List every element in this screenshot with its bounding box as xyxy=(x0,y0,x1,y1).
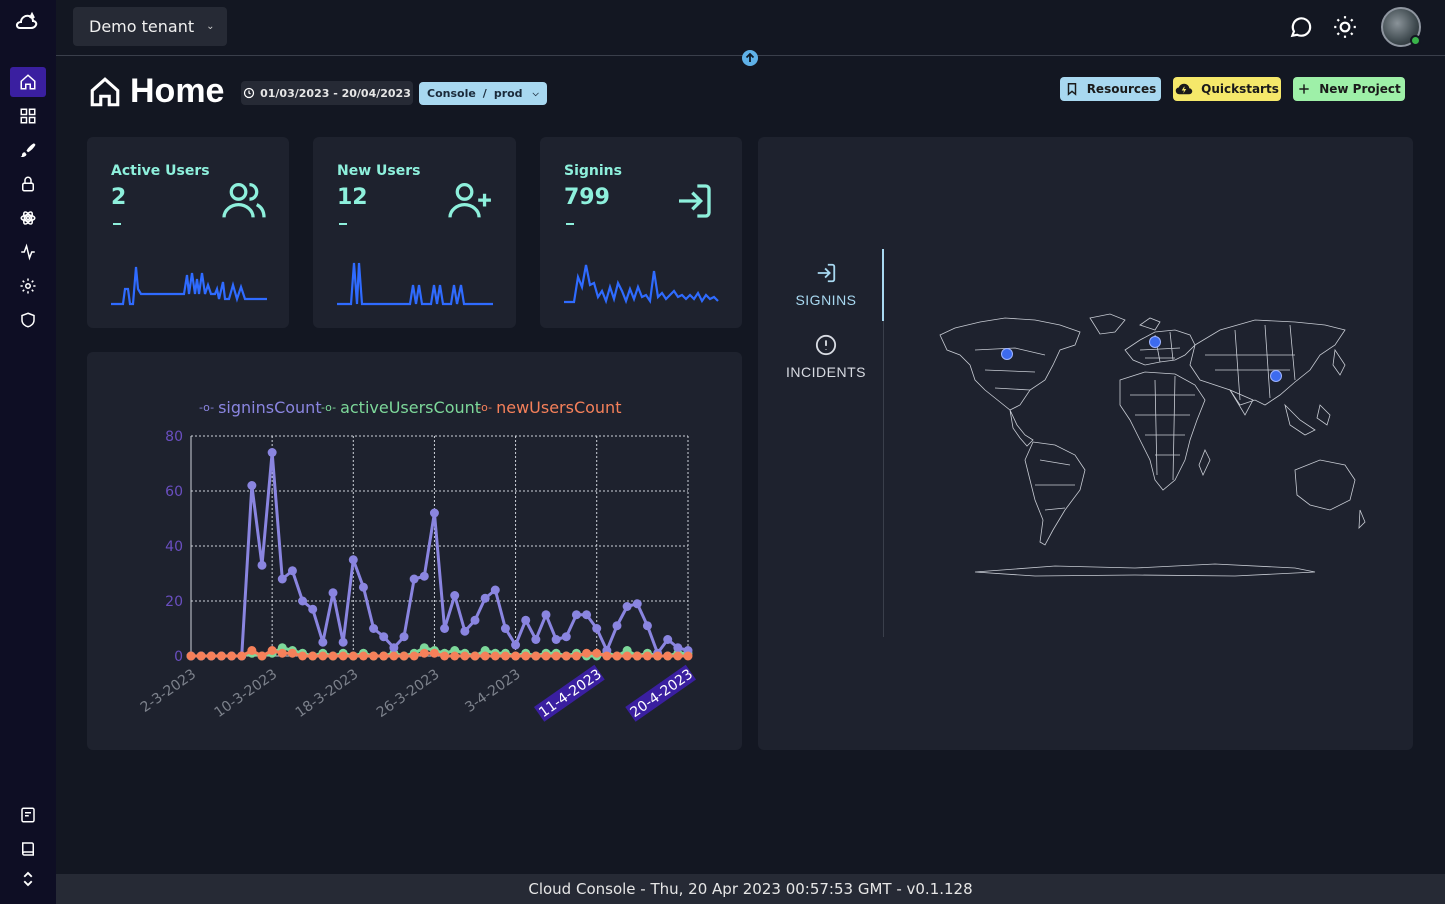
activity-icon xyxy=(21,243,35,261)
page-title: Home xyxy=(88,72,224,111)
sidebar-item-dashboard[interactable] xyxy=(10,101,46,131)
shield-icon xyxy=(21,312,35,328)
topbar: Demo tenant ⌄ xyxy=(56,0,1445,56)
stat-trend-dash xyxy=(566,223,574,225)
stat-label: Signins xyxy=(564,163,622,179)
tenant-selector[interactable]: Demo tenant ⌄ xyxy=(73,7,227,46)
stat-card-signins: Signins 799 xyxy=(540,137,742,328)
chevron-down-icon: ⌄ xyxy=(206,21,215,32)
sidebar-expand-toggle[interactable] xyxy=(10,864,46,894)
online-status-dot xyxy=(1410,35,1421,46)
world-map[interactable] xyxy=(935,310,1370,580)
env-product: Console xyxy=(427,87,476,100)
tab-label: INCIDENTS xyxy=(786,364,866,380)
users-icon xyxy=(222,183,266,218)
stat-value: 799 xyxy=(564,185,610,210)
signins-sparkline xyxy=(564,264,719,305)
legend-label: newUsersCount xyxy=(496,398,622,417)
sidebar-item-docs[interactable] xyxy=(10,834,46,864)
sidebar-item-api[interactable] xyxy=(10,800,46,830)
brush-icon xyxy=(20,143,36,158)
bookmark-icon xyxy=(1067,83,1076,96)
tab-signins[interactable]: SIGNINS xyxy=(770,262,882,308)
avatar[interactable] xyxy=(1381,7,1421,47)
sidebar-item-security[interactable] xyxy=(10,169,46,199)
footer: Cloud Console - Thu, 20 Apr 2023 00:57:5… xyxy=(56,874,1445,904)
date-range-text: 01/03/2023 - 20/04/2023 xyxy=(260,86,411,100)
environment-selector[interactable]: Console / prod ⌵ xyxy=(419,82,547,105)
legend-marker-icon: -o- xyxy=(321,401,337,414)
sidebar-item-activity[interactable] xyxy=(10,237,46,267)
active-users-sparkline xyxy=(111,266,267,306)
new-project-button[interactable]: New Project xyxy=(1293,77,1405,101)
collapse-topbar-button[interactable] xyxy=(742,50,758,66)
legend-item-new-users[interactable]: -o- newUsersCount xyxy=(477,398,621,417)
legend-label: activeUsersCount xyxy=(340,398,482,417)
tenant-label: Demo tenant xyxy=(89,17,195,36)
resources-label: Resources xyxy=(1086,82,1157,96)
stat-value: 12 xyxy=(337,185,368,210)
clock-icon xyxy=(243,87,255,99)
chevrons-up-down-icon xyxy=(23,871,33,887)
sun-icon[interactable] xyxy=(1332,14,1358,40)
page-title-text: Home xyxy=(130,72,225,110)
stat-trend-dash xyxy=(113,223,121,225)
date-range-picker[interactable]: 01/03/2023 - 20/04/2023 xyxy=(241,81,413,105)
home-icon xyxy=(20,74,36,90)
tab-label: SIGNINS xyxy=(795,292,857,308)
legend-marker-icon: -o- xyxy=(199,401,215,414)
stat-label: Active Users xyxy=(111,163,210,179)
sign-in-icon xyxy=(679,184,711,218)
legend-marker-icon: -o- xyxy=(477,401,493,414)
env-stage: prod xyxy=(493,87,523,100)
alert-circle-icon xyxy=(815,334,837,356)
plus-icon xyxy=(1299,84,1309,94)
stat-card-active-users: Active Users 2 xyxy=(87,137,289,328)
cloud-bolt-icon xyxy=(1175,83,1193,95)
resources-button[interactable]: Resources xyxy=(1060,77,1161,101)
env-separator: / xyxy=(482,87,487,100)
sidebar-item-home[interactable] xyxy=(10,67,46,97)
quickstarts-label: Quickstarts xyxy=(1201,82,1279,96)
sidebar-item-settings[interactable] xyxy=(10,271,46,301)
new-users-sparkline xyxy=(337,262,493,306)
arrow-up-icon xyxy=(745,53,755,62)
home-icon xyxy=(90,76,120,106)
book-icon xyxy=(22,842,34,856)
legend-item-active-users[interactable]: -o- activeUsersCount xyxy=(321,398,481,417)
sidebar xyxy=(0,0,56,904)
sidebar-item-branding[interactable] xyxy=(10,135,46,165)
footer-text: Cloud Console - Thu, 20 Apr 2023 00:57:5… xyxy=(528,880,973,898)
logo-icon[interactable] xyxy=(14,10,42,38)
api-book-icon xyxy=(21,807,35,823)
user-plus-icon xyxy=(448,183,491,218)
lock-icon xyxy=(22,176,34,192)
sign-in-icon xyxy=(817,263,836,283)
chevron-down-icon: ⌵ xyxy=(532,88,539,98)
legend-item-signins[interactable]: -o- signinsCount xyxy=(199,398,322,417)
quickstarts-button[interactable]: Quickstarts xyxy=(1173,77,1281,101)
stat-trend-dash xyxy=(339,223,347,225)
new-project-label: New Project xyxy=(1319,82,1401,96)
active-tab-indicator xyxy=(882,249,884,321)
tab-incidents[interactable]: INCIDENTS xyxy=(770,334,882,380)
sidebar-item-integrations[interactable] xyxy=(10,203,46,233)
gear-icon xyxy=(20,278,36,294)
atom-icon xyxy=(20,211,36,225)
grid-icon xyxy=(20,108,36,124)
chat-icon[interactable] xyxy=(1288,14,1314,40)
stat-label: New Users xyxy=(337,163,421,179)
stat-value: 2 xyxy=(111,185,127,210)
legend-label: signinsCount xyxy=(218,398,322,417)
sidebar-item-shield[interactable] xyxy=(10,305,46,335)
stat-card-new-users: New Users 12 xyxy=(313,137,516,328)
